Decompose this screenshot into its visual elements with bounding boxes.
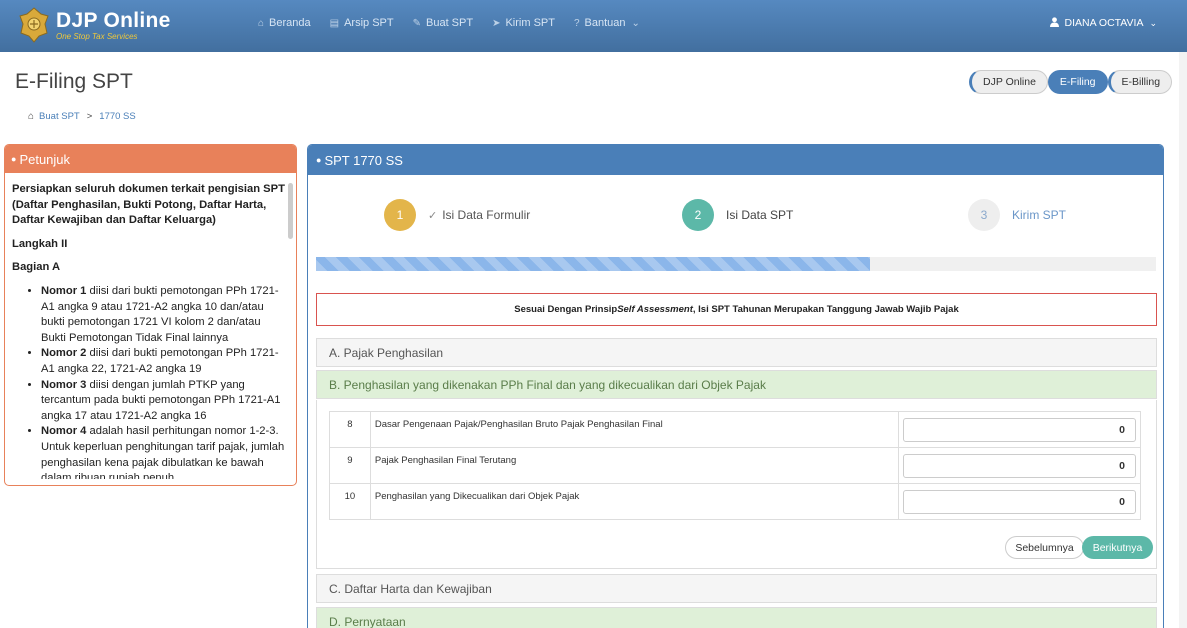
- breadcrumb: ⌂ Buat SPT > 1770 SS: [28, 111, 136, 122]
- switch-e-billing[interactable]: E-Billing: [1107, 70, 1173, 94]
- nav-bantuan[interactable]: ? Bantuan ⌄: [574, 17, 640, 29]
- pph-final-input[interactable]: 0: [903, 453, 1136, 478]
- self-assessment-notice: Sesuai Dengan Prinsip Self Assessment, I…: [316, 293, 1157, 326]
- spt-title: SPT 1770 SS: [324, 152, 403, 168]
- section-c-header[interactable]: C. Daftar Harta dan Kewajiban: [316, 574, 1157, 603]
- progress-fill: [316, 257, 871, 271]
- app-switcher: DJP Online E-Filing E-Billing: [969, 70, 1173, 94]
- info-icon: ●: [11, 154, 17, 164]
- petunjuk-header: ● Petunjuk: [5, 145, 296, 173]
- nav-buat-spt[interactable]: ✎ Buat SPT: [413, 17, 473, 29]
- archive-icon: ▤: [329, 17, 340, 29]
- switch-djp-online[interactable]: DJP Online: [969, 70, 1048, 94]
- nav-label: Buat SPT: [426, 17, 474, 29]
- user-name: DIANA OCTAVIA: [1064, 17, 1144, 29]
- user-icon: [1050, 16, 1060, 30]
- step-2[interactable]: 2 Isi Data SPT: [682, 199, 793, 231]
- petunjuk-step: Langkah II: [12, 237, 68, 250]
- switch-e-filing[interactable]: E-Filing: [1047, 70, 1108, 94]
- chevron-down-icon: ⌄: [1149, 17, 1157, 28]
- nav-label: Kirim SPT: [505, 17, 555, 29]
- notice-emphasis: Self Assessment: [617, 304, 693, 315]
- list-item: Nomor 1 diisi dari bukti pemotongan PPh …: [41, 284, 285, 346]
- table-row: 8 Dasar Pengenaan Pajak/Penghasilan Brut…: [329, 411, 1141, 448]
- nav-kirim-spt[interactable]: ➤ Kirim SPT: [492, 17, 555, 29]
- djp-logo-icon[interactable]: [17, 6, 51, 44]
- penghasilan-dikecualikan-input[interactable]: 0: [903, 489, 1136, 514]
- step-number: 2: [682, 199, 714, 231]
- page-scrollbar[interactable]: [1179, 52, 1187, 628]
- chevron-down-icon: ⌄: [631, 17, 640, 29]
- section-a-header[interactable]: A. Pajak Penghasilan: [316, 338, 1157, 367]
- nav-label: Arsip SPT: [344, 17, 394, 29]
- row-label: Penghasilan yang Dikecualikan dari Objek…: [369, 483, 900, 520]
- next-button[interactable]: Berikutnya: [1082, 536, 1153, 559]
- step-number: 1: [384, 199, 416, 231]
- step-label: Kirim SPT: [1012, 208, 1066, 222]
- list-item: Nomor 2 diisi dari bukti pemotongan PPh …: [41, 346, 285, 377]
- brand-name[interactable]: DJP Online: [56, 9, 171, 33]
- row-number: 8: [329, 411, 371, 448]
- nav-label: Beranda: [269, 17, 311, 29]
- edit-icon: ✎: [412, 17, 421, 29]
- home-icon[interactable]: ⌂: [28, 111, 34, 122]
- spt-header: ● SPT 1770 SS: [308, 145, 1163, 175]
- previous-button[interactable]: Sebelumnya: [1005, 536, 1084, 559]
- breadcrumb-1770-ss[interactable]: 1770 SS: [99, 111, 135, 122]
- top-navbar: DJP Online One Stop Tax Services ⌂ Beran…: [0, 0, 1187, 52]
- step-number: 3: [968, 199, 1000, 231]
- dasar-pengenaan-input[interactable]: 0: [903, 417, 1136, 442]
- petunjuk-panel: ● Petunjuk Persiapkan seluruh dokumen te…: [4, 144, 297, 486]
- check-icon: ✓: [428, 209, 438, 222]
- petunjuk-section: Bagian A: [12, 261, 61, 274]
- row-label: Pajak Penghasilan Final Terutang: [369, 447, 900, 484]
- list-item: Nomor 3 diisi dengan jumlah PTKP yang te…: [41, 378, 285, 425]
- step-label: Isi Data SPT: [726, 208, 794, 222]
- petunjuk-body: Persiapkan seluruh dokumen terkait pengi…: [5, 173, 285, 479]
- step-3[interactable]: 3 Kirim SPT: [968, 199, 1066, 231]
- info-icon: ●: [316, 155, 322, 165]
- final-income-table: 8 Dasar Pengenaan Pajak/Penghasilan Brut…: [329, 411, 1141, 520]
- table-row: 9 Pajak Penghasilan Final Terutang 0: [329, 447, 1141, 484]
- petunjuk-list: Nomor 1 diisi dari bukti pemotongan PPh …: [12, 284, 285, 479]
- breadcrumb-buat-spt[interactable]: Buat SPT: [39, 111, 80, 122]
- nav-beranda[interactable]: ⌂ Beranda: [258, 17, 311, 29]
- send-icon: ➤: [492, 17, 501, 29]
- spt-panel: ● SPT 1770 SS 1 ✓ Isi Data Formulir 2 Is…: [307, 144, 1164, 628]
- home-icon: ⌂: [258, 17, 265, 29]
- petunjuk-title: Petunjuk: [19, 151, 71, 167]
- breadcrumb-separator: >: [86, 111, 93, 122]
- list-item: Nomor 4 adalah hasil perhitungan nomor 1…: [41, 424, 285, 479]
- page-title: E-Filing SPT: [15, 70, 133, 93]
- step-1[interactable]: 1 ✓ Isi Data Formulir: [384, 199, 530, 231]
- help-icon: ?: [573, 17, 580, 29]
- section-b-body: 8 Dasar Pengenaan Pajak/Penghasilan Brut…: [316, 400, 1157, 569]
- row-number: 10: [329, 483, 371, 520]
- section-b-header[interactable]: B. Penghasilan yang dikenakan PPh Final …: [316, 370, 1157, 399]
- section-d-header[interactable]: D. Pernyataan: [316, 607, 1157, 628]
- nav-label: Bantuan: [584, 17, 626, 29]
- user-menu[interactable]: DIANA OCTAVIA ⌄: [1050, 0, 1157, 46]
- petunjuk-intro: Persiapkan seluruh dokumen terkait pengi…: [12, 183, 285, 227]
- progress-bar: [316, 257, 1156, 271]
- brand-tagline: One Stop Tax Services: [56, 32, 138, 41]
- step-label: Isi Data Formulir: [442, 208, 531, 222]
- row-number: 9: [329, 447, 371, 484]
- table-row: 10 Penghasilan yang Dikecualikan dari Ob…: [329, 483, 1141, 520]
- petunjuk-scrollbar[interactable]: [288, 183, 293, 239]
- row-label: Dasar Pengenaan Pajak/Penghasilan Bruto …: [369, 411, 900, 448]
- nav-arsip-spt[interactable]: ▤ Arsip SPT: [330, 17, 394, 29]
- main-nav: ⌂ Beranda ▤ Arsip SPT ✎ Buat SPT ➤ Kirim…: [258, 0, 659, 46]
